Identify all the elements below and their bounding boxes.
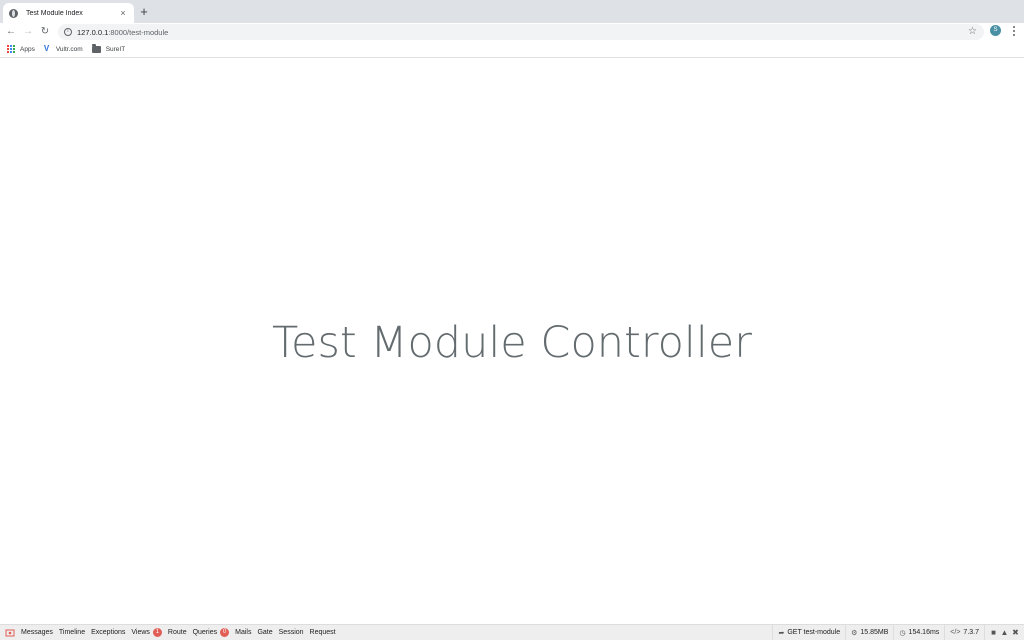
debugbar-tab-gate[interactable]: Gate [257, 629, 272, 636]
profile-avatar[interactable]: S [990, 25, 1001, 36]
browser-tab[interactable]: Test Module Index × [3, 3, 134, 23]
bookmark-vultr[interactable]: V Vultr.com [44, 45, 83, 53]
clock-icon: ◷ [899, 629, 906, 637]
globe-icon [9, 8, 18, 18]
tab-title: Test Module Index [26, 9, 83, 17]
page-content: Test Module Controller [0, 59, 1024, 624]
debugbar-controls: ■ ▲ ✖ [984, 625, 1024, 640]
back-arrow-icon[interactable]: ← [4, 24, 18, 40]
folder-open-icon[interactable]: ■ [988, 628, 999, 637]
debugbar-tab-timeline[interactable]: Timeline [59, 629, 85, 636]
duration-indicator[interactable]: ◷ 154.16ms [893, 625, 944, 640]
close-tab-icon[interactable]: × [118, 8, 128, 18]
debugbar-stats: ➦ GET test-module ⚙ 15.85MB ◷ 154.16ms </> 7… [772, 625, 1024, 640]
debugbar-tab-route[interactable]: Route [168, 629, 187, 636]
debugbar-tab-views[interactable]: Views 1 [131, 628, 162, 637]
apps-grid-icon [7, 45, 15, 53]
queries-count-badge: 0 [220, 628, 230, 637]
bookmark-apps[interactable]: Apps [7, 45, 35, 53]
debugbar-tab-queries[interactable]: Queries 0 [193, 628, 230, 637]
tab-strip: Test Module Index × + [0, 0, 1024, 23]
bookmark-sureit[interactable]: SureIT [91, 43, 125, 53]
info-icon[interactable]: i [64, 28, 72, 36]
request-indicator[interactable]: ➦ GET test-module [772, 625, 845, 640]
debugbar-tab-session[interactable]: Session [279, 629, 304, 636]
close-icon[interactable]: ✖ [1010, 628, 1021, 637]
debugbar-tab-messages[interactable]: Messages [21, 629, 53, 636]
php-version-indicator: </> 7.3.7 [944, 625, 984, 640]
vultr-icon: V [43, 44, 50, 53]
url-text[interactable]: 127.0.0.1:8000/test-module [77, 28, 168, 37]
browser-toolbar: ← → ↻ i 127.0.0.1:8000/test-module ☆ S [0, 23, 1024, 41]
debugbar-tab-request[interactable]: Request [310, 629, 336, 636]
debugbar-tab-exceptions[interactable]: Exceptions [91, 629, 125, 636]
new-tab-button[interactable]: + [138, 5, 150, 19]
forward-arrow-icon[interactable]: → [21, 24, 35, 40]
debugbar: Messages Timeline Exceptions Views 1 Rout… [0, 624, 1024, 640]
kebab-menu-icon[interactable] [1011, 25, 1017, 37]
code-icon: </> [950, 629, 961, 636]
memory-indicator: ⚙ 15.85MB [845, 625, 893, 640]
page-title: Test Module Controller [272, 317, 752, 368]
bookmark-star-icon[interactable]: ☆ [968, 25, 977, 39]
debugbar-logo-icon[interactable] [5, 628, 15, 638]
share-icon: ➦ [778, 629, 785, 637]
debugbar-tab-mails[interactable]: Mails [235, 629, 251, 636]
views-count-badge: 1 [152, 628, 162, 637]
address-bar[interactable]: i 127.0.0.1:8000/test-module ☆ [58, 24, 984, 40]
cogs-icon: ⚙ [851, 629, 858, 637]
chevron-up-icon[interactable]: ▲ [999, 628, 1010, 637]
bookmarks-bar: Apps V Vultr.com SureIT [0, 41, 1024, 58]
reload-icon[interactable]: ↻ [38, 24, 52, 40]
folder-icon [91, 43, 101, 53]
